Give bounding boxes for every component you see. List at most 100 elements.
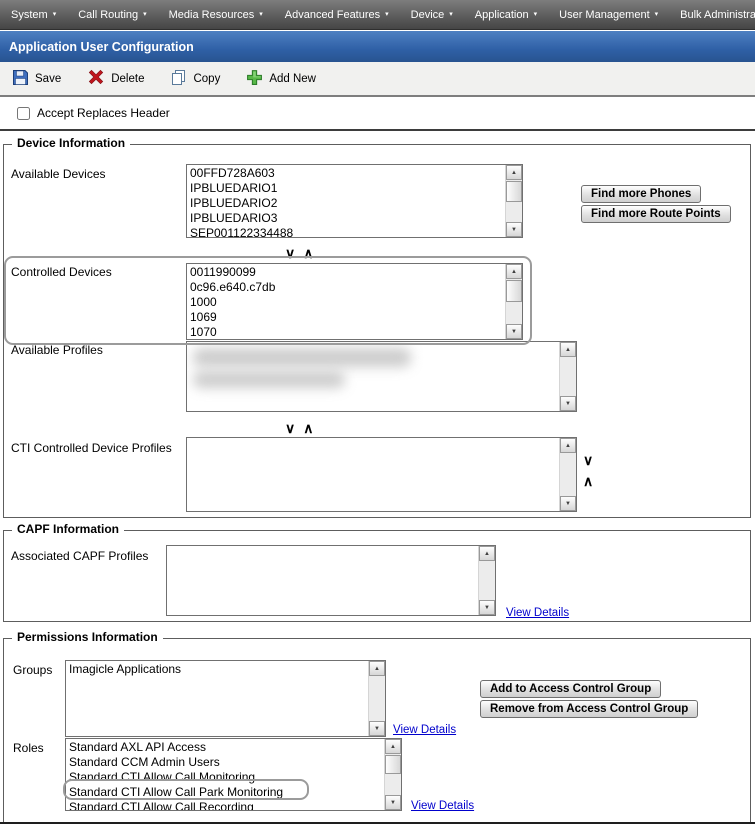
move-up-arrow[interactable]: ∧ <box>583 474 593 488</box>
scrollbar[interactable]: ▲ ▼ <box>478 546 495 615</box>
menu-item-system[interactable]: System ▾ <box>0 0 67 29</box>
list-item[interactable]: 1069 <box>190 310 505 325</box>
list-item[interactable]: 00FFD728A603 <box>190 166 505 181</box>
scroll-up-button[interactable]: ▲ <box>479 546 495 561</box>
page-title-bar: Application User Configuration <box>0 31 755 62</box>
scroll-up-button[interactable]: ▲ <box>369 661 385 676</box>
scroll-down-button[interactable]: ▼ <box>479 600 495 615</box>
list-item[interactable]: 0c96.e640.c7db <box>190 280 505 295</box>
scroll-down-button[interactable]: ▼ <box>506 324 522 339</box>
roles-label: Roles <box>13 741 44 755</box>
scroll-down-button[interactable]: ▼ <box>369 721 385 736</box>
list-item[interactable]: Standard AXL API Access <box>69 740 384 755</box>
scroll-up-button[interactable]: ▲ <box>506 165 522 180</box>
controlled-devices-listbox[interactable]: 0011990099 0c96.e640.c7db 1000 1069 1070… <box>186 263 523 340</box>
add-new-label: Add New <box>269 73 316 85</box>
list-item-highlighted-role[interactable]: Standard CTI Allow Call Park Monitoring <box>69 785 384 800</box>
move-down-arrow[interactable]: ∨ <box>285 421 295 435</box>
menu-item-call-routing[interactable]: Call Routing ▾ <box>67 0 157 29</box>
list-item[interactable]: Standard CTI Allow Call Recording <box>69 800 384 810</box>
scroll-down-button[interactable]: ▼ <box>560 496 576 511</box>
move-up-arrow[interactable]: ∧ <box>303 421 313 435</box>
capf-information-section: CAPF Information Associated CAPF Profile… <box>3 530 751 622</box>
capf-view-details-link[interactable]: View Details <box>506 607 569 619</box>
groups-listbox[interactable]: Imagicle Applications ▲ ▼ <box>65 660 386 737</box>
menu-item-label: Advanced Features <box>285 9 380 21</box>
save-icon <box>12 69 29 89</box>
list-item[interactable]: 1070 <box>190 325 505 339</box>
list-item[interactable]: 1000 <box>190 295 505 310</box>
save-button[interactable]: Save <box>12 69 61 89</box>
menu-item-label: Bulk Administration <box>680 9 755 21</box>
menu-item-application[interactable]: Application ▾ <box>464 0 548 29</box>
down-arrow-icon: ▼ <box>511 227 517 233</box>
scroll-up-button[interactable]: ▲ <box>560 342 576 357</box>
list-item[interactable]: IPBLUEDARIO1 <box>190 181 505 196</box>
scrollbar[interactable]: ▲ ▼ <box>559 438 576 511</box>
scroll-thumb[interactable] <box>506 181 522 202</box>
menu-item-device[interactable]: Device ▾ <box>400 0 464 29</box>
add-new-button[interactable]: Add New <box>246 69 316 89</box>
main-menu-bar: System ▾ Call Routing ▾ Media Resources … <box>0 0 755 30</box>
list-item[interactable]: Standard CTI Allow Call Monitoring <box>69 770 384 785</box>
scroll-down-button[interactable]: ▼ <box>385 795 401 810</box>
cti-controlled-device-profiles-label: CTI Controlled Device Profiles <box>11 441 172 455</box>
list-item[interactable]: SEP001122334488 <box>190 226 505 237</box>
remove-from-access-control-group-button[interactable]: Remove from Access Control Group <box>480 700 698 718</box>
up-arrow-icon: ▲ <box>374 666 380 672</box>
menu-item-advanced-features[interactable]: Advanced Features ▾ <box>274 0 400 29</box>
copy-button[interactable]: Copy <box>170 69 220 89</box>
find-more-phones-button[interactable]: Find more Phones <box>581 185 701 203</box>
roles-view-details-link[interactable]: View Details <box>411 800 474 812</box>
add-to-access-control-group-button[interactable]: Add to Access Control Group <box>480 680 661 698</box>
scroll-down-button[interactable]: ▼ <box>560 396 576 411</box>
roles-listbox[interactable]: Standard AXL API Access Standard CCM Adm… <box>65 738 402 811</box>
menu-item-media-resources[interactable]: Media Resources ▾ <box>158 0 274 29</box>
delete-button[interactable]: Delete <box>87 68 144 89</box>
groups-view-details-link[interactable]: View Details <box>393 724 456 736</box>
up-arrow-icon: ▲ <box>565 443 571 449</box>
list-item[interactable]: IPBLUEDARIO3 <box>190 211 505 226</box>
scroll-up-button[interactable]: ▲ <box>560 438 576 453</box>
down-arrow-icon: ▼ <box>390 800 396 806</box>
scrollbar[interactable]: ▲ ▼ <box>559 342 576 411</box>
list-item[interactable]: Imagicle Applications <box>69 662 368 677</box>
scroll-down-button[interactable]: ▼ <box>506 222 522 237</box>
scroll-thumb[interactable] <box>385 755 401 774</box>
available-profiles-listbox[interactable]: ▲ ▼ <box>186 341 577 412</box>
scroll-up-button[interactable]: ▲ <box>385 739 401 754</box>
permissions-information-section: Permissions Information Groups Imagicle … <box>3 638 751 823</box>
down-arrow-icon: ▼ <box>374 726 380 732</box>
menu-item-bulk-administration[interactable]: Bulk Administration ▾ <box>669 0 755 29</box>
listbox-items <box>187 342 559 411</box>
menu-item-user-management[interactable]: User Management ▾ <box>548 0 669 29</box>
delete-label: Delete <box>111 73 144 85</box>
scrollbar[interactable]: ▲ ▼ <box>384 739 401 810</box>
available-devices-listbox[interactable]: 00FFD728A603 IPBLUEDARIO1 IPBLUEDARIO2 I… <box>186 164 523 238</box>
menu-item-label: Call Routing <box>78 9 138 21</box>
page-title: Application User Configuration <box>9 40 194 54</box>
device-move-arrows: ∨ ∧ <box>285 246 314 260</box>
scrollbar[interactable]: ▲ ▼ <box>505 264 522 339</box>
device-information-section: Device Information Available Devices 00F… <box>3 144 751 518</box>
scroll-up-button[interactable]: ▲ <box>506 264 522 279</box>
available-devices-label: Available Devices <box>11 167 106 181</box>
copy-label: Copy <box>193 73 220 85</box>
accept-replaces-header-checkbox[interactable] <box>17 107 30 120</box>
scrollbar[interactable]: ▲ ▼ <box>505 165 522 237</box>
scrollbar[interactable]: ▲ ▼ <box>368 661 385 736</box>
scroll-thumb[interactable] <box>506 280 522 302</box>
list-item[interactable]: IPBLUEDARIO2 <box>190 196 505 211</box>
chevron-down-icon: ▾ <box>534 11 538 18</box>
list-item[interactable]: Standard CCM Admin Users <box>69 755 384 770</box>
listbox-items <box>167 546 478 615</box>
up-arrow-icon: ▲ <box>390 744 396 750</box>
move-down-arrow[interactable]: ∨ <box>285 246 295 260</box>
move-down-arrow[interactable]: ∨ <box>583 453 593 467</box>
list-item[interactable]: 0011990099 <box>190 265 505 280</box>
redacted-text-blob <box>193 348 411 367</box>
cti-controlled-device-profiles-listbox[interactable]: ▲ ▼ <box>186 437 577 512</box>
move-up-arrow[interactable]: ∧ <box>303 246 313 260</box>
find-more-route-points-button[interactable]: Find more Route Points <box>581 205 731 223</box>
associated-capf-profiles-listbox[interactable]: ▲ ▼ <box>166 545 496 616</box>
